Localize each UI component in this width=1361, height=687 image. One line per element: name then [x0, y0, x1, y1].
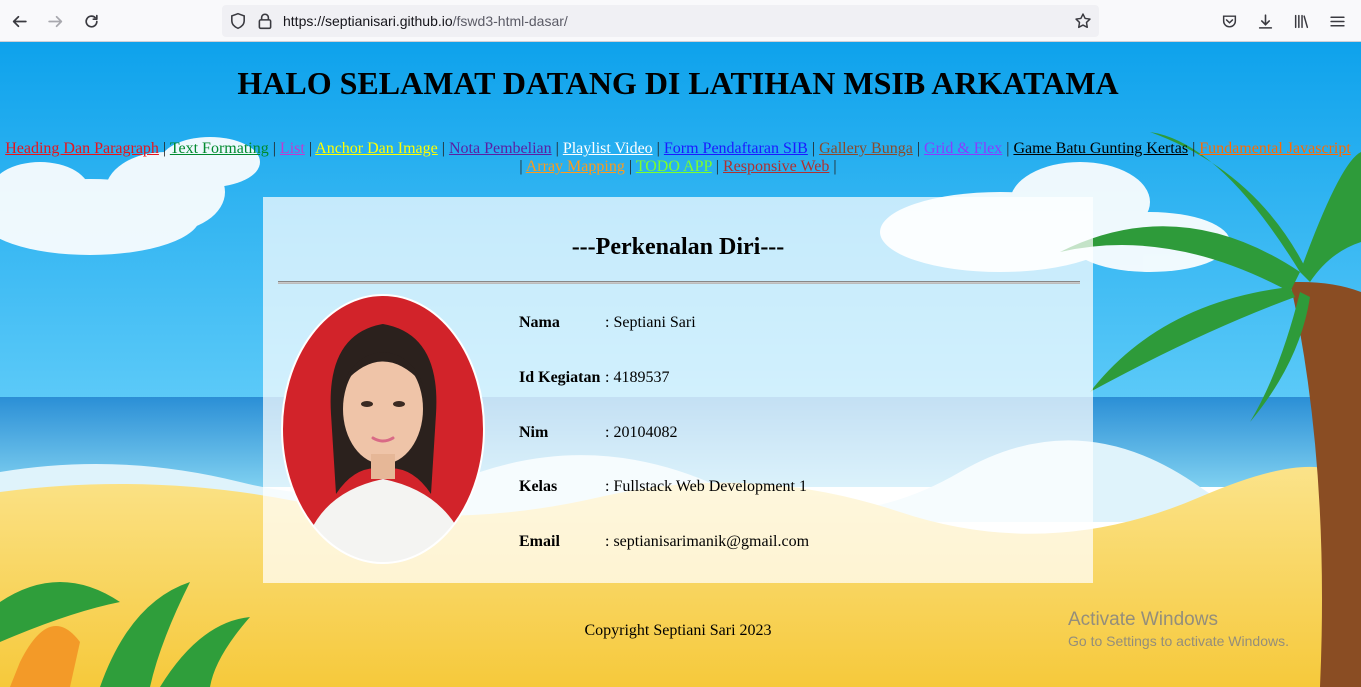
browser-toolbar: https://septianisari.github.io/fswd3-htm…	[0, 0, 1361, 42]
nav-separator: |	[833, 158, 837, 175]
page-title: HALO SELAMAT DATANG DI LATIHAN MSIB ARKA…	[237, 65, 1119, 101]
nav-separator: |	[916, 140, 921, 157]
nav-link-heading-paragraph[interactable]: Heading Dan Paragraph	[5, 140, 159, 157]
windows-activation-watermark: Activate Windows Go to Settings to activ…	[1068, 609, 1289, 651]
info-label: Nama	[519, 314, 560, 331]
back-arrow-icon[interactable]	[7, 9, 31, 33]
profile-card: ---Perkenalan Diri--- Nama : Septiani Sar…	[263, 197, 1093, 583]
info-value: : 20104082	[605, 424, 678, 441]
nav-link-playlist-video[interactable]: Playlist Video	[563, 140, 653, 157]
info-label: Id Kegiatan	[519, 369, 601, 386]
library-icon[interactable]	[1289, 9, 1313, 33]
nav-link-gallery-bunga[interactable]: Gallery Bunga	[819, 140, 913, 157]
menu-icon[interactable]	[1325, 9, 1349, 33]
info-value: : septianisarimanik@gmail.com	[605, 533, 810, 550]
nav-link-nota-pembelian[interactable]: Nota Pembelian	[449, 140, 552, 157]
nav-separator: |	[272, 140, 276, 157]
nav-link-game-batu-gunting-kertas[interactable]: Game Batu Gunting Kertas	[1013, 140, 1188, 157]
info-label: Kelas	[519, 478, 558, 495]
info-label: Email	[519, 533, 560, 550]
watermark-subtitle: Go to Settings to activate Windows.	[1068, 633, 1289, 649]
info-value: : 4189537	[605, 369, 670, 386]
nav-link-form-pendaftaran[interactable]: Form Pendaftaran SIB	[664, 140, 808, 157]
watermark-title: Activate Windows	[1068, 609, 1218, 630]
info-value: : Septiani Sari	[605, 314, 696, 331]
nav-link-text-formating[interactable]: Text Formating	[170, 140, 269, 157]
url-bar[interactable]: https://septianisari.github.io/fswd3-htm…	[222, 5, 1099, 37]
nav-separator: |	[308, 140, 313, 157]
profile-photo	[281, 294, 485, 564]
nav-link-todo-app[interactable]: TODO APP	[636, 158, 712, 175]
info-row-nim: Nim : 20104082	[519, 424, 677, 442]
lock-icon[interactable]	[256, 12, 274, 30]
nav-separator: |	[555, 140, 559, 157]
info-row-id-kegiatan: Id Kegiatan: 4189537	[519, 369, 669, 387]
tracking-shield-icon[interactable]	[229, 12, 247, 30]
nav-separator: |	[162, 140, 167, 157]
nav-separator: |	[1006, 140, 1010, 157]
nav-separator: |	[811, 140, 816, 157]
info-row-kelas: Kelas : Fullstack Web Development 1	[519, 478, 807, 496]
nav-separator: |	[656, 140, 660, 157]
nav-separator: |	[441, 140, 445, 157]
horizontal-rule	[278, 281, 1080, 284]
forward-arrow-icon[interactable]	[43, 9, 67, 33]
nav-separator: |	[628, 158, 633, 175]
reload-icon[interactable]	[79, 9, 103, 33]
nav-separator: |	[1192, 140, 1196, 157]
nav-link-grid-flex[interactable]: Grid & Flex	[924, 140, 1002, 157]
page-viewport: HALO SELAMAT DATANG DI LATIHAN MSIB ARKA…	[0, 42, 1361, 687]
url-text[interactable]: https://septianisari.github.io/fswd3-htm…	[283, 13, 568, 29]
nav-link-responsive-web[interactable]: Responsive Web	[723, 158, 829, 175]
url-path: /fswd3-html-dasar/	[452, 13, 568, 29]
nav-link-array-mapping[interactable]: Array Mapping	[526, 158, 625, 175]
nav-separator: |	[715, 158, 719, 175]
nav-link-fundamental-javascript[interactable]: Fundamental Javascript	[1199, 140, 1351, 157]
info-row-email: Email : septianisarimanik@gmail.com	[519, 533, 809, 551]
info-value: : Fullstack Web Development 1	[605, 478, 807, 495]
nav-separator: |	[519, 158, 523, 175]
info-label: Nim	[519, 424, 549, 441]
bookmark-star-icon[interactable]	[1074, 12, 1092, 30]
pocket-icon[interactable]	[1217, 9, 1241, 33]
url-host: https://septianisari.github.io	[283, 13, 453, 29]
navigation-links: Heading Dan Paragraph | Text Formating |…	[0, 140, 1356, 176]
nav-link-anchor-image[interactable]: Anchor Dan Image	[315, 140, 438, 157]
info-row-nama: Nama : Septiani Sari	[519, 314, 696, 332]
download-icon[interactable]	[1253, 9, 1277, 33]
nav-link-list[interactable]: List	[280, 140, 305, 157]
card-title: ---Perkenalan Diri---	[571, 234, 785, 260]
